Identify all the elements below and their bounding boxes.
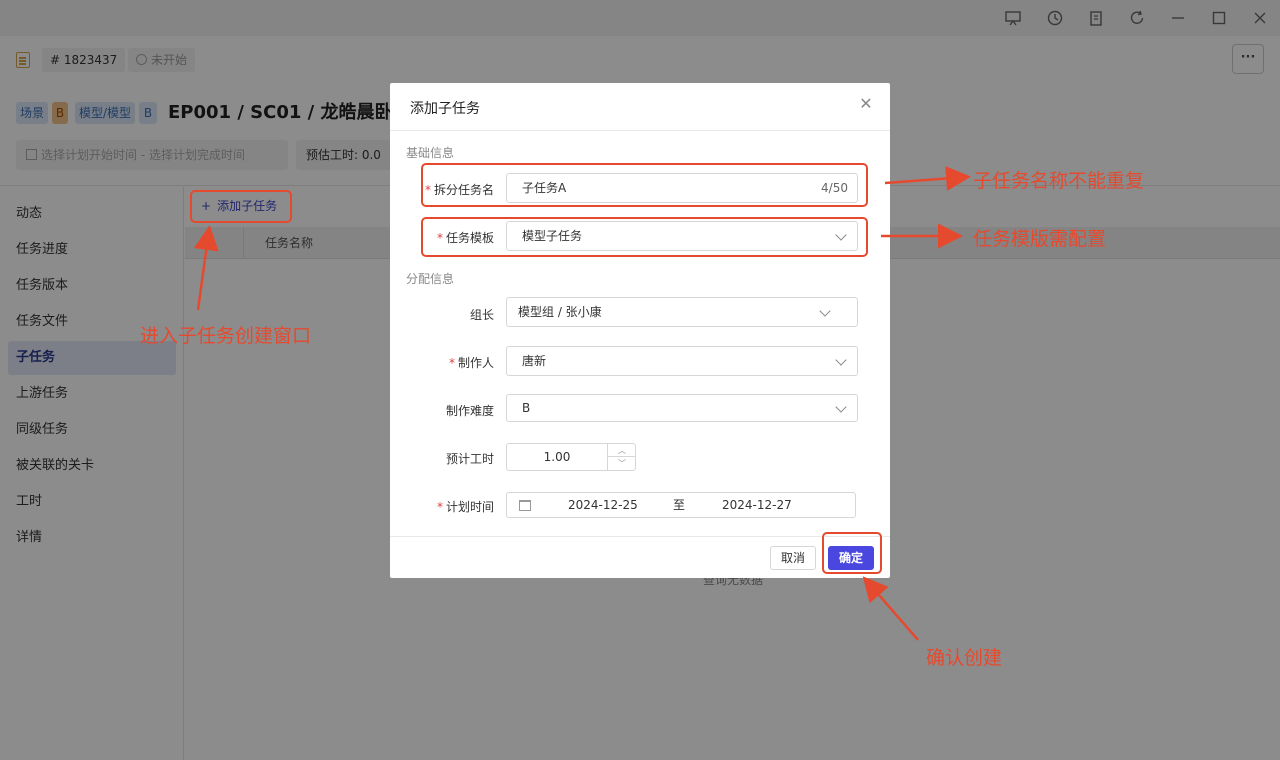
plan-label: * 计划时间 <box>437 498 494 515</box>
leader-value: 模型组 / 张小康 <box>518 305 602 319</box>
close-icon[interactable]: ✕ <box>858 96 874 112</box>
annotation-confirm: 确认创建 <box>926 647 1003 669</box>
hours-stepper[interactable]: 1.00 ︿ ﹀ <box>506 443 636 471</box>
highlight-template-field <box>421 217 868 257</box>
difficulty-select[interactable]: B <box>506 394 858 422</box>
footer-divider <box>390 536 890 537</box>
maker-value: 唐新 <box>522 354 547 368</box>
section-basic-info: 基础信息 <box>406 146 455 160</box>
required-mark: * <box>448 356 455 370</box>
chevron-down-icon <box>835 401 847 413</box>
date-separator: 至 <box>673 498 686 512</box>
plan-start-date[interactable]: 2024-12-25 <box>568 493 638 517</box>
plan-date-range[interactable]: 2024-12-25 至 2024-12-27 <box>506 492 856 518</box>
difficulty-value: B <box>522 401 531 415</box>
highlight-name-field <box>421 163 868 207</box>
stepper-buttons: ︿ ﹀ <box>607 444 636 470</box>
hours-value: 1.00 <box>543 450 571 464</box>
difficulty-label: 制作难度 <box>445 404 494 418</box>
modal-title: 添加子任务 <box>410 101 480 117</box>
stepper-up-icon[interactable]: ︿ <box>608 444 636 457</box>
chevron-down-icon <box>835 354 847 366</box>
calendar-icon <box>519 500 531 511</box>
cancel-button[interactable]: 取消 <box>770 546 816 570</box>
add-subtask-modal: 添加子任务 ✕ 基础信息 * 拆分任务名 子任务A 4/50 * 任务模板 模型子任… <box>390 83 890 578</box>
required-mark: * <box>436 500 443 514</box>
maker-label-text: 制作人 <box>457 356 494 370</box>
chevron-down-icon <box>819 305 831 317</box>
annotation-template-required: 任务模版需配置 <box>973 228 1107 250</box>
highlight-confirm-button <box>822 532 882 574</box>
leader-label: 组长 <box>469 308 494 322</box>
plan-label-text: 计划时间 <box>445 500 494 514</box>
highlight-add-subtask <box>190 190 292 223</box>
maker-label: * 制作人 <box>449 354 494 371</box>
annotation-name-unique: 子任务名称不能重复 <box>973 170 1145 192</box>
stepper-down-icon[interactable]: ﹀ <box>608 457 636 470</box>
section-assign-info: 分配信息 <box>406 272 455 286</box>
plan-end-date[interactable]: 2024-12-27 <box>722 493 792 517</box>
modal-divider <box>390 130 890 131</box>
maker-select[interactable]: 唐新 <box>506 346 858 376</box>
leader-select[interactable]: 模型组 / 张小康 <box>506 297 858 327</box>
hours-label: 预计工时 <box>445 452 494 466</box>
annotation-enter-window: 进入子任务创建窗口 <box>140 325 312 347</box>
